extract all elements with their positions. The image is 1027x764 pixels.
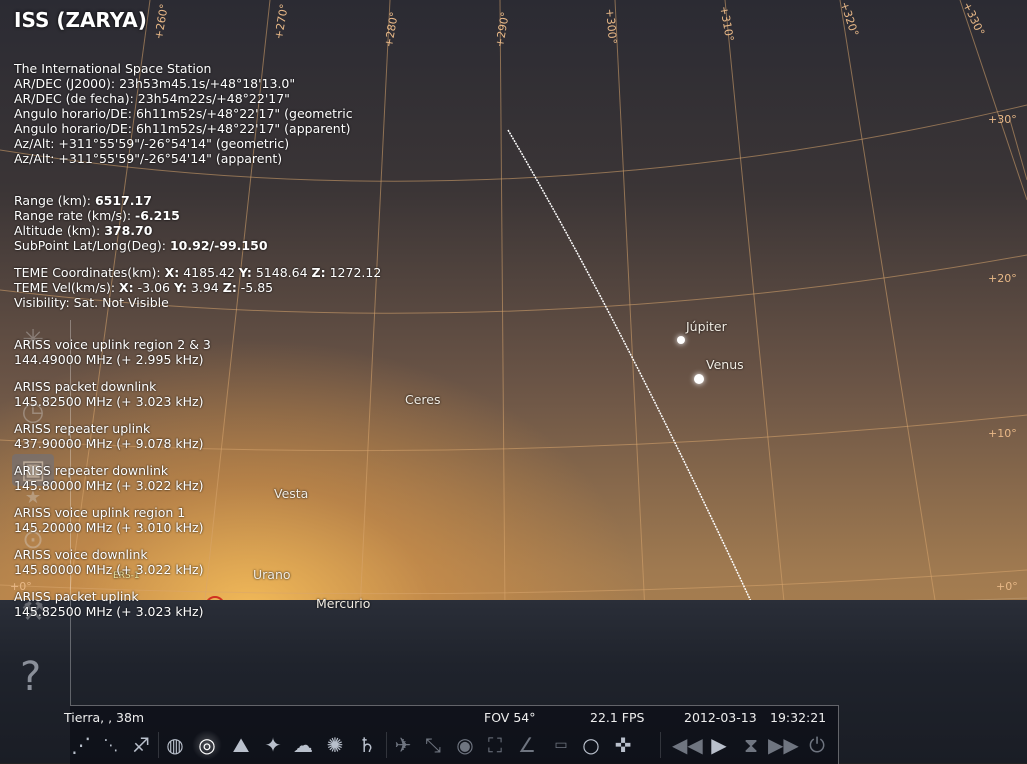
atmosphere-icon[interactable]: ☁ [288, 730, 318, 760]
teme-coord-z: 1272.12 [329, 265, 382, 280]
frequency-list: ARISS voice uplink region 2 & 3 144.4900… [14, 337, 211, 367]
teme-vel-x: -3.06 [137, 280, 170, 295]
time-status: 19:32:21 [770, 710, 827, 725]
nebulae-icon[interactable]: ✺ [320, 730, 350, 760]
frequency-list: ARISS voice uplink region 1 145.20000 MH… [14, 505, 203, 535]
freq-value: 145.20000 MHz (+ 3.010 kHz) [14, 520, 204, 535]
ceres-label[interactable]: Ceres [405, 392, 441, 407]
fullscreen-icon[interactable]: ⤡ [418, 730, 448, 760]
azalt-geometric: Az/Alt: +311°55'59"/-26°54'14" (geometri… [14, 136, 290, 151]
object-title: ISS (ZARYA) [14, 8, 147, 32]
range-rate-label: Range rate (km/s): [14, 208, 136, 223]
object-info: The International Space Station AR/DEC (… [14, 61, 353, 166]
toolbar-separator [158, 732, 159, 758]
altitude-label: +30° [988, 113, 1017, 126]
circle-icon[interactable]: ○ [576, 730, 606, 760]
range-rate-value: -6.215 [135, 208, 180, 223]
jupiter-marker[interactable] [677, 336, 685, 344]
freq-value: 437.90000 MHz (+ 9.078 kHz) [14, 436, 204, 451]
altitude-label: +20° [988, 272, 1017, 285]
toolbar-separator [386, 732, 387, 758]
freq-name: ARISS repeater downlink [14, 463, 169, 478]
subpoint-value: 10.92/-99.150 [169, 238, 268, 253]
freq-name: ARISS packet uplink [14, 589, 139, 604]
angle-measure-icon[interactable]: ∠ [512, 730, 542, 760]
cardinal-points-icon[interactable]: ✦ [258, 730, 288, 760]
sensor-frame-icon[interactable]: ⛶ [480, 730, 510, 760]
freq-name: ARISS packet downlink [14, 379, 157, 394]
planets-icon[interactable]: ♄ [352, 730, 382, 760]
ruler-icon[interactable]: ▭ [546, 730, 576, 760]
help-icon[interactable]: ? [20, 654, 41, 700]
teme-vel-y: 3.94 [190, 280, 219, 295]
freq-value: 145.82500 MHz (+ 3.023 kHz) [14, 604, 204, 619]
freq-name: ARISS repeater uplink [14, 421, 151, 436]
frequency-list: ARISS voice downlink 145.80000 MHz (+ 3.… [14, 547, 203, 577]
jupiter-label[interactable]: Júpiter [686, 319, 727, 334]
status-row: Tierra, , 38m FOV 54° 22.1 FPS 2012-03-1… [64, 710, 838, 726]
constellation-art-icon[interactable]: ♐ [126, 730, 156, 760]
hour-angle-geometric: Angulo horario/DE: 6h11m52s/+48°22'17" (… [14, 106, 353, 121]
subpoint-label: SubPoint Lat/Long(Deg): [14, 238, 170, 253]
frequency-list: ARISS repeater uplink 437.90000 MHz (+ 9… [14, 421, 203, 451]
constellation-lines-icon[interactable]: ⋰ [66, 730, 96, 760]
venus-label[interactable]: Venus [706, 357, 744, 372]
equatorial-grid-icon[interactable]: ◍ [160, 730, 190, 760]
teme-coord-label: TEME Coordinates(km): [14, 265, 165, 280]
altitude-value: 378.70 [104, 223, 153, 238]
play-icon[interactable]: ▶ [704, 730, 734, 760]
frequency-list: ARISS packet uplink 145.82500 MHz (+ 3.0… [14, 589, 203, 619]
date-status: 2012-03-13 [684, 710, 757, 725]
object-name: The International Space Station [14, 61, 212, 76]
altitude-label-text: Altitude (km): [14, 223, 105, 238]
bottom-toolbar: Tierra, , 38m FOV 54° 22.1 FPS 2012-03-1… [64, 705, 839, 764]
hour-angle-apparent: Angulo horario/DE: 6h11m52s/+48°22'17" (… [14, 121, 351, 136]
frequency-list: ARISS packet downlink 145.82500 MHz (+ 3… [14, 379, 203, 409]
teme-vel-z: -5.85 [240, 280, 274, 295]
toolbar-separator [660, 732, 661, 758]
telescope-icon[interactable]: ✜ [608, 730, 638, 760]
forward-icon[interactable]: ▶▶ [768, 730, 799, 760]
teme-info: TEME Coordinates(km): X: 4185.42 Y: 5148… [14, 265, 382, 310]
vesta-label[interactable]: Vesta [274, 486, 308, 501]
frequency-list: ARISS repeater downlink 145.80000 MHz (+… [14, 463, 203, 493]
freq-value: 145.80000 MHz (+ 3.022 kHz) [14, 562, 204, 577]
real-time-icon[interactable]: ⧗ [736, 730, 766, 760]
constellation-labels-icon[interactable]: ⋱ [96, 730, 126, 760]
rewind-icon[interactable]: ◀◀ [672, 730, 703, 760]
teme-coord-x: 4185.42 [183, 265, 235, 280]
range-label: Range (km): [14, 193, 95, 208]
venus-marker[interactable] [694, 374, 704, 384]
freq-name: ARISS voice downlink [14, 547, 148, 562]
location-status: Tierra, , 38m [64, 710, 145, 725]
teme-coord-y: 5148.64 [255, 265, 308, 280]
teme-vel-label: TEME Vel(km/s): [14, 280, 120, 295]
radec-j2000: AR/DEC (J2000): 23h53m45.1s/+48°18'13.0" [14, 76, 296, 91]
freq-value: 144.49000 MHz (+ 2.995 kHz) [14, 352, 204, 367]
range-value: 6517.17 [94, 193, 152, 208]
azimuthal-grid-icon[interactable]: ◎ [192, 730, 222, 760]
radec-date: AR/DEC (de fecha): 23h54m22s/+48°22'17" [14, 91, 290, 106]
ground-icon[interactable]: ⛰ [226, 730, 256, 760]
ocular-icon[interactable]: ◉ [450, 730, 480, 760]
uranus-label[interactable]: Urano [253, 567, 291, 582]
freq-name: ARISS voice uplink region 1 [14, 505, 186, 520]
visibility-status: Visibility: Sat. Not Visible [14, 295, 169, 310]
azalt-apparent: Az/Alt: +311°55'59"/-26°54'14" (apparent… [14, 151, 283, 166]
freq-value: 145.82500 MHz (+ 3.023 kHz) [14, 394, 204, 409]
satellites-icon[interactable]: ✈ [388, 730, 418, 760]
freq-value: 145.80000 MHz (+ 3.022 kHz) [14, 478, 204, 493]
fov-status: FOV 54° [484, 710, 536, 725]
fps-status: 22.1 FPS [590, 710, 645, 725]
mercury-label[interactable]: Mercurio [316, 596, 370, 611]
toolbar-buttons: ⋰ ⋱ ♐ ◍ ◎ ⛰ ✦ ☁ ✺ ♄ ✈ ⤡ ◉ ⛶ ∠ ▭ ○ ✜ ◀◀ ▶… [70, 728, 838, 762]
altitude-label: +10° [988, 427, 1017, 440]
orbit-info: Range (km): 6517.17 Range rate (km/s): -… [14, 193, 268, 253]
altitude-label: +0° [996, 580, 1018, 593]
quit-icon[interactable]: ⏻ [802, 730, 832, 760]
freq-name: ARISS voice uplink region 2 & 3 [14, 337, 211, 352]
